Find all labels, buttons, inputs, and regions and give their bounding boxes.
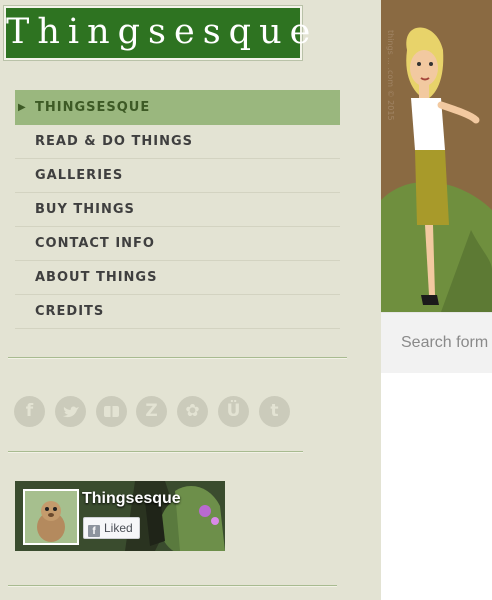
facebook-liked-button[interactable]: f Liked	[83, 517, 140, 539]
menu-item-about-things[interactable]: ABOUT THINGS	[15, 261, 340, 295]
menu-item-label: GALLERIES	[35, 168, 124, 183]
menu-item-credits[interactable]: CREDITS	[15, 295, 340, 329]
menu-item-label: THINGSESQUE	[35, 100, 151, 115]
main-content: things ... .com © 2015	[381, 0, 492, 600]
banner-watermark: things ... .com © 2015	[386, 30, 395, 121]
search-bar	[381, 312, 492, 373]
menu-item-galleries[interactable]: GALLERIES	[15, 159, 340, 193]
site-logo[interactable]: Thingsesque	[4, 6, 310, 60]
menu-item-buy-things[interactable]: BUY THINGS	[15, 193, 340, 227]
menu-item-label: READ & DO THINGS	[35, 134, 193, 149]
divider	[8, 585, 337, 587]
facebook-page-name[interactable]: Thingsesque	[82, 490, 181, 508]
header-illustration: things ... .com © 2015	[381, 0, 492, 312]
deviantart-icon[interactable]	[96, 396, 127, 427]
facebook-icon[interactable]: f	[14, 396, 45, 427]
divider	[8, 357, 347, 359]
fourleaf-icon[interactable]: ✿	[177, 396, 208, 427]
menu-item-label: CREDITS	[35, 304, 105, 319]
menu-item-label: ABOUT THINGS	[35, 270, 158, 285]
twitter-icon[interactable]	[55, 396, 86, 427]
zazzle-icon[interactable]: Z	[136, 396, 167, 427]
divider	[8, 451, 303, 453]
menu-item-read-do-things[interactable]: READ & DO THINGS	[15, 125, 340, 159]
tumblr-icon[interactable]: t	[259, 396, 290, 427]
unknown-u-icon[interactable]: Ü	[218, 396, 249, 427]
main-menu: ▶ THINGSESQUE READ & DO THINGS GALLERIES…	[15, 90, 340, 329]
search-input[interactable]	[387, 323, 492, 363]
facebook-f-icon: f	[88, 525, 100, 537]
liked-label: Liked	[104, 521, 133, 535]
facebook-page-widget[interactable]: Thingsesque f Liked	[15, 481, 225, 551]
menu-arrow-icon: ▶	[18, 102, 27, 113]
facebook-avatar	[23, 489, 79, 545]
menu-item-label: CONTACT INFO	[35, 236, 155, 251]
menu-item-thingsesque[interactable]: ▶ THINGSESQUE	[15, 90, 340, 125]
sidebar: Thingsesque ▶ THINGSESQUE READ & DO THIN…	[0, 0, 381, 600]
menu-item-label: BUY THINGS	[35, 202, 135, 217]
menu-item-contact-info[interactable]: CONTACT INFO	[15, 227, 340, 261]
